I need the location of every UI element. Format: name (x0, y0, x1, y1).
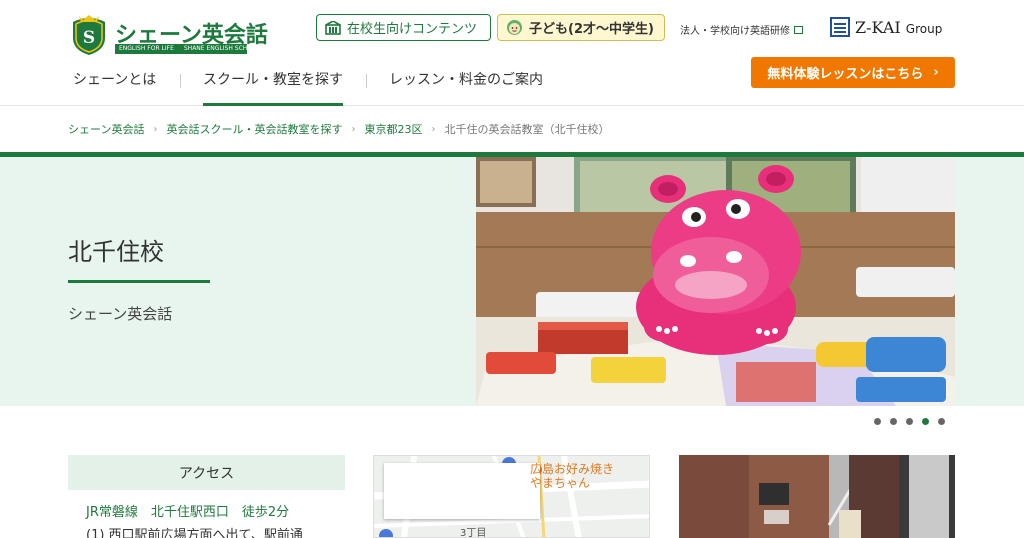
site-header: S シェーン英会話 ENGLISH FOR LIFE SHANE ENGLISH … (0, 0, 1024, 106)
global-nav: シェーンとは スクール・教室を探す レッスン・料金のご案内 (0, 62, 720, 106)
zkai-mark-icon (830, 17, 850, 37)
zkai-main-text: Z-KAI (855, 17, 901, 37)
students-content-label: 在校生向けコンテンツ (347, 22, 478, 37)
child-face-icon (507, 20, 522, 35)
access-directions-text: (1) 西口駅前広場方面へ出て、駅前通 (86, 528, 303, 538)
map-poi-label: 広島お好み焼き やまちゃん (530, 462, 614, 490)
building-photo (679, 455, 955, 538)
school-building-icon (325, 20, 341, 35)
access-station-link[interactable]: JR常磐線 北千住駅西口 徒歩2分 (86, 501, 289, 520)
chevron-right-icon: › (153, 123, 158, 135)
kids-course-label: 子ども(2才〜中学生) (529, 22, 654, 37)
page-subtitle: シェーン英会話 (68, 305, 173, 323)
breadcrumb-current: 北千住の英会話教室（北千住校） (444, 123, 610, 136)
site-logo[interactable]: S シェーン英会話 ENGLISH FOR LIFE SHANE ENGLISH … (67, 11, 268, 57)
map-info-card (384, 463, 540, 519)
nav-item-find-school[interactable]: スクール・教室を探す (203, 62, 343, 106)
map-poi-line1: 広島お好み焼き (530, 462, 615, 476)
carousel-dots (874, 418, 954, 425)
chevron-right-icon: › (933, 65, 939, 80)
nav-item-lessons-pricing[interactable]: レッスン・料金のご案内 (389, 62, 543, 106)
free-trial-label: 無料体験レッスンはこちら (767, 67, 924, 82)
carousel-dot[interactable] (906, 418, 913, 425)
nav-divider (180, 74, 181, 88)
pink-hippo-plush-image (476, 157, 955, 406)
carousel-dot-active[interactable] (922, 418, 929, 425)
map-area-label: 3丁目 (460, 528, 487, 538)
logo-tagline-right: SHANE ENGLISH SCHOOL (183, 45, 247, 52)
school-building-image (679, 455, 955, 538)
free-trial-button[interactable]: 無料体験レッスンはこちら › (751, 57, 955, 88)
title-underline (68, 280, 210, 283)
map-poi-line2: やまちゃん (530, 476, 591, 490)
breadcrumb: シェーン英会話 › 英会話スクール・英会話教室を探す › 東京都23区 › 北千… (68, 121, 609, 137)
zkai-wordmark: Z-KAI Group (855, 18, 942, 37)
crest-icon: S (73, 15, 105, 55)
students-content-button[interactable]: 在校生向けコンテンツ (316, 14, 491, 41)
kids-course-button[interactable]: 子ども(2才〜中学生) (497, 14, 665, 41)
map-embed[interactable]: 広島お好み焼き やまちゃん 3丁目 (373, 455, 650, 538)
logo-tagline: ENGLISH FOR LIFE SHANE ENGLISH SCHOOL (115, 44, 247, 54)
nav-divider (366, 74, 367, 88)
breadcrumb-tokyo-23[interactable]: 東京都23区 (364, 121, 422, 137)
nav-item-about[interactable]: シェーンとは (73, 62, 156, 106)
carousel-dot[interactable] (890, 418, 897, 425)
carousel-dot[interactable] (874, 418, 881, 425)
breadcrumb-find-school[interactable]: 英会話スクール・英会話教室を探す (166, 121, 342, 137)
corporate-training-label: 法人・学校向け英語研修 (680, 26, 790, 37)
carousel-dot[interactable] (938, 418, 945, 425)
zkai-group-text: Group (905, 21, 943, 36)
external-link-icon (794, 25, 803, 34)
breadcrumb-home[interactable]: シェーン英会話 (68, 121, 144, 137)
zkai-group-logo[interactable]: Z-KAI Group (830, 17, 942, 37)
classroom-photo (476, 157, 955, 406)
svg-text:S: S (83, 28, 95, 48)
chevron-right-icon: › (351, 123, 356, 135)
page-title: 北千住校 (68, 238, 164, 266)
access-heading: アクセス (68, 455, 345, 490)
logo-tagline-left: ENGLISH FOR LIFE (119, 45, 174, 52)
chevron-right-icon: › (431, 123, 436, 135)
corporate-training-link[interactable]: 法人・学校向け英語研修 (680, 22, 803, 37)
